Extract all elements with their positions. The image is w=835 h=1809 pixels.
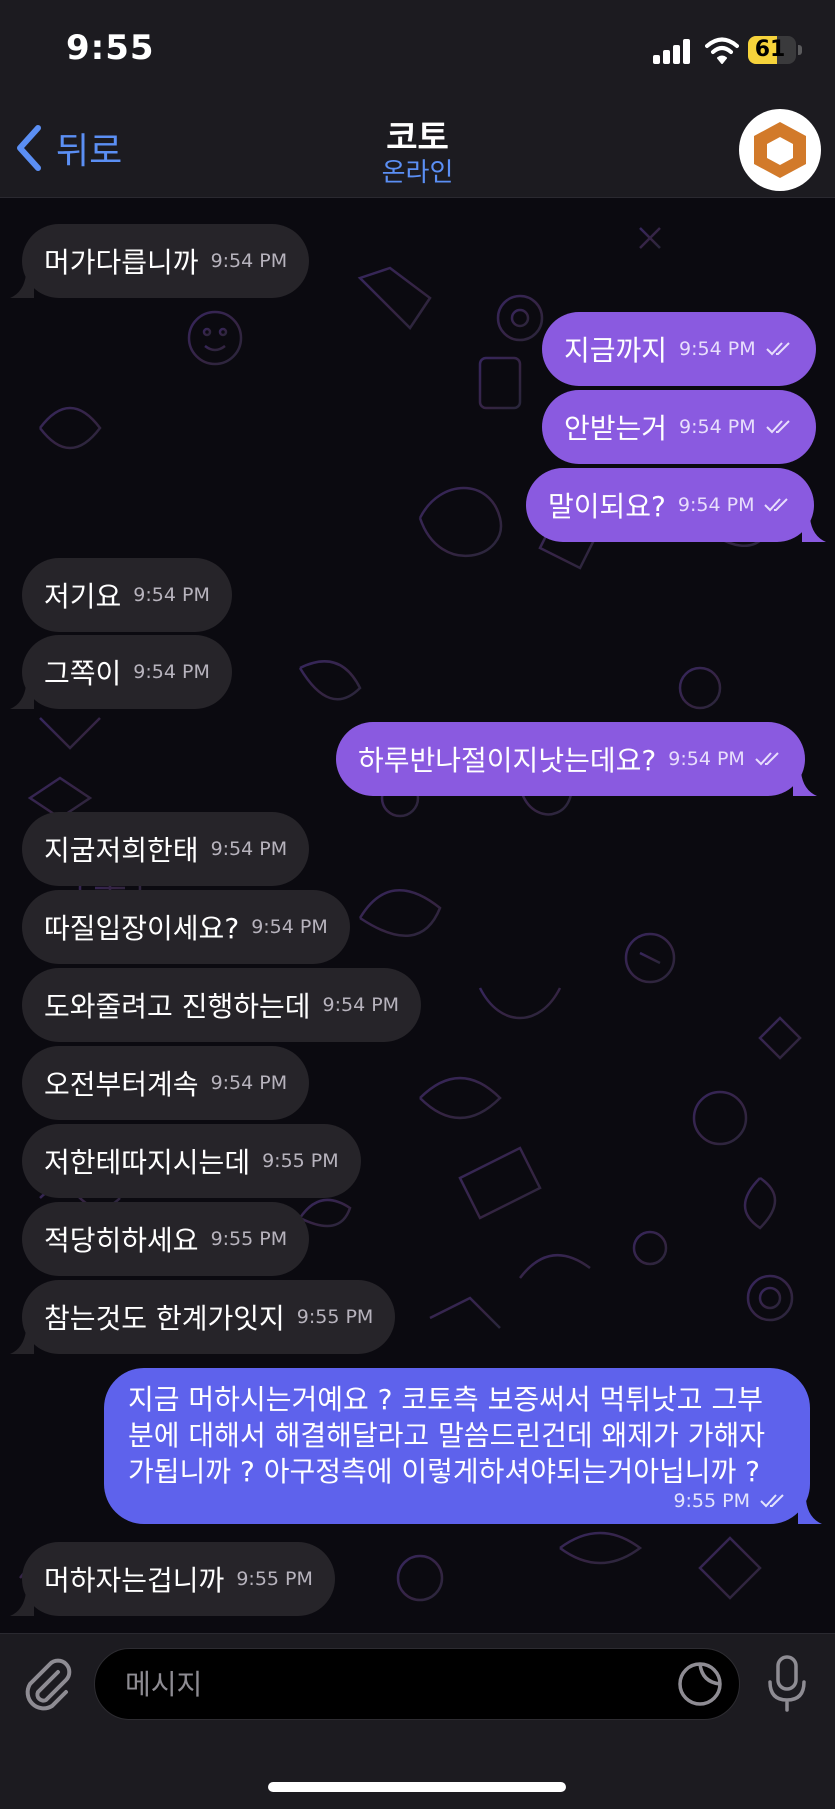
- clock: 9:55: [66, 28, 155, 68]
- message-text: 머가다릅니까: [44, 246, 199, 279]
- message-time: 9:54 PM: [668, 748, 745, 770]
- status-bar: 9:55 61: [0, 0, 835, 100]
- composer-bar: [0, 1633, 835, 1809]
- message-time: 9:54 PM: [679, 338, 756, 360]
- message-text: 지굼저희한태: [44, 834, 199, 867]
- message-text: 오전부터계속: [44, 1068, 199, 1101]
- message-time: 9:54 PM: [322, 994, 400, 1016]
- message-text: 적당히하세요: [44, 1224, 199, 1257]
- message-time: 9:55 PM: [210, 1228, 288, 1250]
- message-time: 9:55 PM: [236, 1568, 313, 1590]
- message-time: 9:54 PM: [210, 250, 288, 272]
- message-bubble-outgoing[interactable]: 하루반나절이지낫는데요? 9:54 PM: [336, 722, 817, 796]
- message-bubble-incoming[interactable]: 도와줄려고 진행하는데 9:54 PM: [22, 968, 422, 1042]
- message-bubble-outgoing[interactable]: 말이되요? 9:54 PM: [526, 468, 827, 542]
- message-bubble-incoming[interactable]: 머하자는겁니까 9:55 PM: [10, 1542, 335, 1616]
- online-status: 온라인: [381, 158, 454, 188]
- message-time: 9:55 PM: [262, 1150, 339, 1172]
- message-time: 9:54 PM: [251, 916, 328, 938]
- message-bubble-incoming[interactable]: 따질입장이세요? 9:54 PM: [22, 890, 350, 964]
- message-time: 9:55 PM: [673, 1490, 750, 1512]
- message-text: 지금 머하시는거예요 ? 코토측 보증써서 먹튀낫고 그부 분에 대해서 해결해…: [128, 1383, 765, 1488]
- wifi-icon: [705, 37, 739, 64]
- message-text: 따질입장이세요?: [44, 912, 240, 945]
- read-receipt-icon: [765, 420, 790, 434]
- message-text: 지금까지: [564, 334, 668, 367]
- message-text: 그쪽이: [44, 657, 122, 690]
- paperclip-icon[interactable]: [20, 1656, 74, 1712]
- message-input[interactable]: [94, 1648, 740, 1720]
- message-time: 9:54 PM: [133, 584, 210, 606]
- message-bubble-incoming[interactable]: 적당히하세요 9:55 PM: [22, 1202, 310, 1276]
- message-time: 9:54 PM: [210, 1072, 288, 1094]
- chat-area[interactable]: 머가다릅니까 9:54 PM 지금까지 9:54 PM 안받는거 9:54 PM…: [0, 198, 835, 1633]
- message-bubble-outgoing[interactable]: 안받는거 9:54 PM: [542, 390, 816, 464]
- home-indicator: [268, 1782, 566, 1792]
- message-bubble-incoming[interactable]: 지굼저희한태 9:54 PM: [22, 812, 310, 886]
- message-text: 안받는거: [564, 412, 668, 445]
- read-receipt-icon: [765, 342, 790, 356]
- message-time: 9:55 PM: [296, 1306, 374, 1328]
- battery-level: 61: [754, 37, 786, 62]
- message-bubble-outgoing[interactable]: 지금까지 9:54 PM: [542, 312, 816, 386]
- avatar[interactable]: [739, 109, 821, 191]
- read-receipt-icon: [764, 498, 789, 512]
- hexagon-logo-icon: [754, 122, 806, 178]
- message-text: 하루반나절이지낫는데요?: [358, 744, 657, 777]
- message-time: 9:54 PM: [677, 494, 755, 516]
- message-text: 저기요: [44, 580, 122, 613]
- read-receipt-icon: [755, 752, 779, 766]
- chat-header: 뒤로 코토 온라인: [0, 100, 835, 198]
- message-bubble-incoming[interactable]: 참는것도 한계가잇지 9:55 PM: [10, 1280, 396, 1354]
- read-receipt-icon: [760, 1494, 784, 1508]
- message-text: 저한테따지시는데: [44, 1146, 251, 1179]
- message-text: 머하자는겁니까: [44, 1564, 225, 1597]
- message-time: 9:54 PM: [679, 416, 756, 438]
- message-bubble-outgoing-long[interactable]: 지금 머하시는거예요 ? 코토측 보증써서 먹튀낫고 그부 분에 대해서 해결해…: [104, 1368, 822, 1524]
- message-bubble-incoming[interactable]: 그쪽이 9:54 PM: [10, 635, 232, 709]
- message-time: 9:54 PM: [210, 838, 288, 860]
- message-time: 9:54 PM: [133, 661, 210, 683]
- microphone-icon[interactable]: [765, 1654, 809, 1714]
- message-text: 참는것도 한계가잇지: [44, 1302, 285, 1335]
- battery-icon: 61: [748, 36, 802, 64]
- message-bubble-incoming[interactable]: 머가다릅니까 9:54 PM: [10, 224, 310, 298]
- message-bubble-incoming[interactable]: 저기요 9:54 PM: [22, 558, 232, 632]
- message-text: 도와줄려고 진행하는데: [44, 990, 311, 1023]
- sticker-icon[interactable]: [676, 1660, 724, 1708]
- cellular-signal-icon: [653, 38, 693, 64]
- message-bubble-incoming[interactable]: 오전부터계속 9:54 PM: [22, 1046, 310, 1120]
- message-text: 말이되요?: [548, 490, 666, 523]
- message-bubble-incoming[interactable]: 저한테따지시는데 9:55 PM: [22, 1124, 361, 1198]
